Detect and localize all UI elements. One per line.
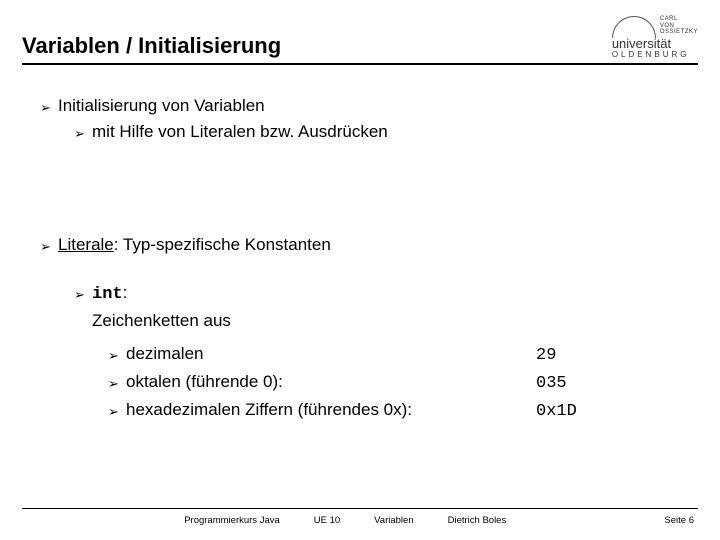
footer-page: Seite 6 bbox=[664, 515, 694, 526]
university-logo: CARL VON OSSIETZKY universität OLDENBURG bbox=[612, 14, 698, 59]
text-zeichenketten: Zeichenketten aus bbox=[92, 308, 231, 334]
logo-arc-icon bbox=[612, 16, 656, 38]
footer: Programmierkurs Java UE 10 Variablen Die… bbox=[22, 508, 698, 526]
logo-line3: OSSIETZKY bbox=[660, 29, 698, 36]
slide: Variablen / Initialisierung CARL VON OSS… bbox=[0, 0, 720, 540]
logo-city: OLDENBURG bbox=[612, 51, 690, 59]
bullet-level1: ➢ Initialisierung von Variablen bbox=[40, 93, 698, 119]
text-dezimal: dezimalen bbox=[126, 341, 536, 367]
slide-title: Variablen / Initialisierung bbox=[22, 33, 281, 59]
text-literale-word: Literale bbox=[58, 235, 114, 254]
bullet-marker-icon: ➢ bbox=[108, 402, 126, 422]
content: ➢ Initialisierung von Variablen ➢ mit Hi… bbox=[22, 93, 698, 426]
footer-row: Programmierkurs Java UE 10 Variablen Die… bbox=[22, 515, 698, 526]
header: Variablen / Initialisierung CARL VON OSS… bbox=[22, 14, 698, 65]
bullet-level2: ➢ mit Hilfe von Literalen bzw. Ausdrücke… bbox=[74, 119, 698, 145]
spacer bbox=[40, 146, 698, 232]
bullet-level3: ➢ oktalen (führende 0): 035 bbox=[108, 369, 698, 397]
bullet-marker-icon: ➢ bbox=[74, 124, 92, 144]
footer-unit: UE 10 bbox=[314, 515, 340, 526]
logo-top: CARL VON OSSIETZKY bbox=[612, 14, 698, 36]
spacer bbox=[40, 258, 698, 280]
text-int-colon: : bbox=[123, 283, 128, 302]
bullet-marker-icon: ➢ bbox=[40, 237, 58, 257]
text-oktal: oktalen (führende 0): bbox=[126, 369, 536, 395]
text-hex: hexadezimalen Ziffern (führendes 0x): bbox=[126, 397, 536, 423]
bullet-level3: ➢ hexadezimalen Ziffern (führendes 0x): … bbox=[108, 397, 698, 425]
bullet-marker-icon: ➢ bbox=[108, 346, 126, 366]
value-hex: 0x1D bbox=[536, 399, 577, 425]
bullet-continuation: Zeichenketten aus bbox=[74, 308, 698, 334]
text-int: int: bbox=[92, 280, 127, 308]
bullet-level2: ➢ int: bbox=[74, 280, 698, 308]
text-literals-help: mit Hilfe von Literalen bzw. Ausdrücken bbox=[92, 119, 388, 145]
text-literale-rest: : Typ-spezifische Konstanten bbox=[114, 235, 331, 254]
bullet-marker-icon: ➢ bbox=[74, 285, 92, 305]
footer-divider bbox=[22, 508, 698, 509]
bullet-marker-icon: ➢ bbox=[40, 98, 58, 118]
bullet-marker-icon: ➢ bbox=[108, 374, 126, 394]
footer-topic: Variablen bbox=[374, 515, 413, 526]
logo-line2: VON bbox=[660, 23, 698, 30]
text-int-keyword: int bbox=[92, 285, 123, 304]
bullet-level3: ➢ dezimalen 29 bbox=[108, 341, 698, 369]
footer-course: Programmierkurs Java bbox=[184, 515, 280, 526]
text-init-vars: Initialisierung von Variablen bbox=[58, 93, 265, 119]
bullet-level1: ➢ Literale: Typ-spezifische Konstanten bbox=[40, 232, 698, 258]
logo-text-block: CARL VON OSSIETZKY bbox=[660, 16, 698, 36]
logo-university: universität bbox=[612, 37, 671, 50]
footer-author: Dietrich Boles bbox=[448, 515, 507, 526]
logo-line1: CARL bbox=[660, 16, 698, 23]
value-oktal: 035 bbox=[536, 371, 567, 397]
value-dezimal: 29 bbox=[536, 343, 556, 369]
footer-center: Programmierkurs Java UE 10 Variablen Die… bbox=[184, 515, 506, 526]
text-literale: Literale: Typ-spezifische Konstanten bbox=[58, 232, 331, 258]
